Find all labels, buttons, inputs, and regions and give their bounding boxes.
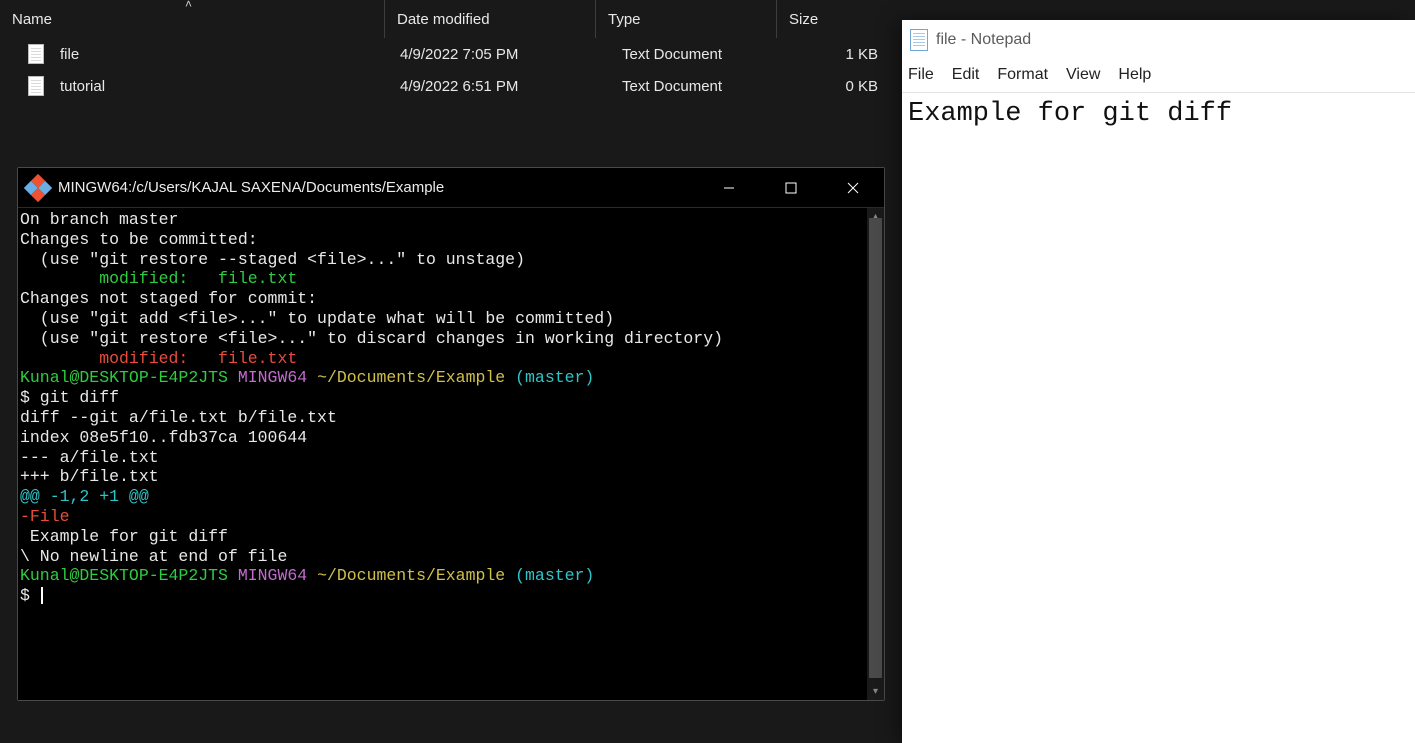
terminal-line: diff --git a/file.txt b/file.txt xyxy=(20,408,882,428)
file-type: Text Document xyxy=(610,78,790,95)
file-name: tutorial xyxy=(60,78,400,95)
column-size-label: Size xyxy=(789,11,818,28)
terminal-line: Example for git diff xyxy=(20,527,882,547)
text-file-icon xyxy=(28,44,44,64)
explorer-rows: file 4/9/2022 7:05 PM Text Document 1 KB… xyxy=(0,38,897,102)
column-header-type[interactable]: Type xyxy=(596,0,776,38)
terminal-line: Changes not staged for commit: xyxy=(20,289,882,309)
scroll-thumb[interactable] xyxy=(869,218,882,678)
sort-indicator-icon: ˄ xyxy=(185,0,192,11)
notepad-title: file - Notepad xyxy=(936,31,1031,49)
terminal-line: +++ b/file.txt xyxy=(20,467,882,487)
explorer-column-header: Name ˄ Date modified Type Size xyxy=(0,0,897,38)
terminal-line: @@ -1,2 +1 @@ xyxy=(20,487,882,507)
notepad-icon xyxy=(910,29,928,51)
notepad-window: file - Notepad File Edit Format View Hel… xyxy=(902,20,1415,743)
file-name: file xyxy=(60,46,400,63)
menu-file[interactable]: File xyxy=(908,66,934,84)
notepad-titlebar[interactable]: file - Notepad xyxy=(902,20,1415,60)
terminal-output: On branch masterChanges to be committed:… xyxy=(18,208,884,608)
text-file-icon xyxy=(28,76,44,96)
terminal-scrollbar[interactable]: ▴ ▾ xyxy=(867,208,884,700)
minimize-button[interactable] xyxy=(698,168,760,208)
terminal-titlebar[interactable]: MINGW64:/c/Users/KAJAL SAXENA/Documents/… xyxy=(18,168,884,208)
terminal-line: -File xyxy=(20,507,882,527)
maximize-button[interactable] xyxy=(760,168,822,208)
terminal-line: Kunal@DESKTOP-E4P2JTS MINGW64 ~/Document… xyxy=(20,368,882,388)
terminal-body[interactable]: On branch masterChanges to be committed:… xyxy=(18,208,884,700)
terminal-line: $ git diff xyxy=(20,388,882,408)
file-type: Text Document xyxy=(610,46,790,63)
terminal-line: Kunal@DESKTOP-E4P2JTS MINGW64 ~/Document… xyxy=(20,566,882,586)
terminal-line: --- a/file.txt xyxy=(20,448,882,468)
close-button[interactable] xyxy=(822,168,884,208)
column-date-label: Date modified xyxy=(397,11,490,28)
file-explorer: Name ˄ Date modified Type Size file 4/9/… xyxy=(0,0,897,160)
git-bash-icon xyxy=(24,173,52,201)
file-row[interactable]: tutorial 4/9/2022 6:51 PM Text Document … xyxy=(0,70,897,102)
column-header-size[interactable]: Size xyxy=(777,0,877,38)
terminal-line: index 08e5f10..fdb37ca 100644 xyxy=(20,428,882,448)
file-row[interactable]: file 4/9/2022 7:05 PM Text Document 1 KB xyxy=(0,38,897,70)
scroll-down-icon[interactable]: ▾ xyxy=(867,683,884,700)
file-date: 4/9/2022 7:05 PM xyxy=(400,46,610,63)
column-type-label: Type xyxy=(608,11,641,28)
notepad-text-area[interactable]: Example for git diff xyxy=(902,93,1415,135)
terminal-title: MINGW64:/c/Users/KAJAL SAXENA/Documents/… xyxy=(58,179,698,196)
notepad-menu: File Edit Format View Help xyxy=(902,60,1415,93)
terminal-line: modified: file.txt xyxy=(20,349,882,369)
file-size: 0 KB xyxy=(790,78,878,95)
terminal-cursor xyxy=(41,587,43,604)
terminal-line: On branch master xyxy=(20,210,882,230)
menu-format[interactable]: Format xyxy=(997,66,1048,84)
terminal-line: (use "git add <file>..." to update what … xyxy=(20,309,882,329)
terminal-line: (use "git restore <file>..." to discard … xyxy=(20,329,882,349)
terminal-line: Changes to be committed: xyxy=(20,230,882,250)
menu-help[interactable]: Help xyxy=(1118,66,1151,84)
terminal-line: $ xyxy=(20,586,882,606)
column-header-name[interactable]: Name ˄ xyxy=(0,0,384,38)
terminal-window: MINGW64:/c/Users/KAJAL SAXENA/Documents/… xyxy=(17,167,885,701)
file-size: 1 KB xyxy=(790,46,878,63)
column-name-label: Name xyxy=(12,11,52,28)
menu-view[interactable]: View xyxy=(1066,66,1100,84)
terminal-line: \ No newline at end of file xyxy=(20,547,882,567)
menu-edit[interactable]: Edit xyxy=(952,66,980,84)
terminal-line: modified: file.txt xyxy=(20,269,882,289)
file-date: 4/9/2022 6:51 PM xyxy=(400,78,610,95)
column-header-date[interactable]: Date modified xyxy=(385,0,595,38)
terminal-line: (use "git restore --staged <file>..." to… xyxy=(20,250,882,270)
